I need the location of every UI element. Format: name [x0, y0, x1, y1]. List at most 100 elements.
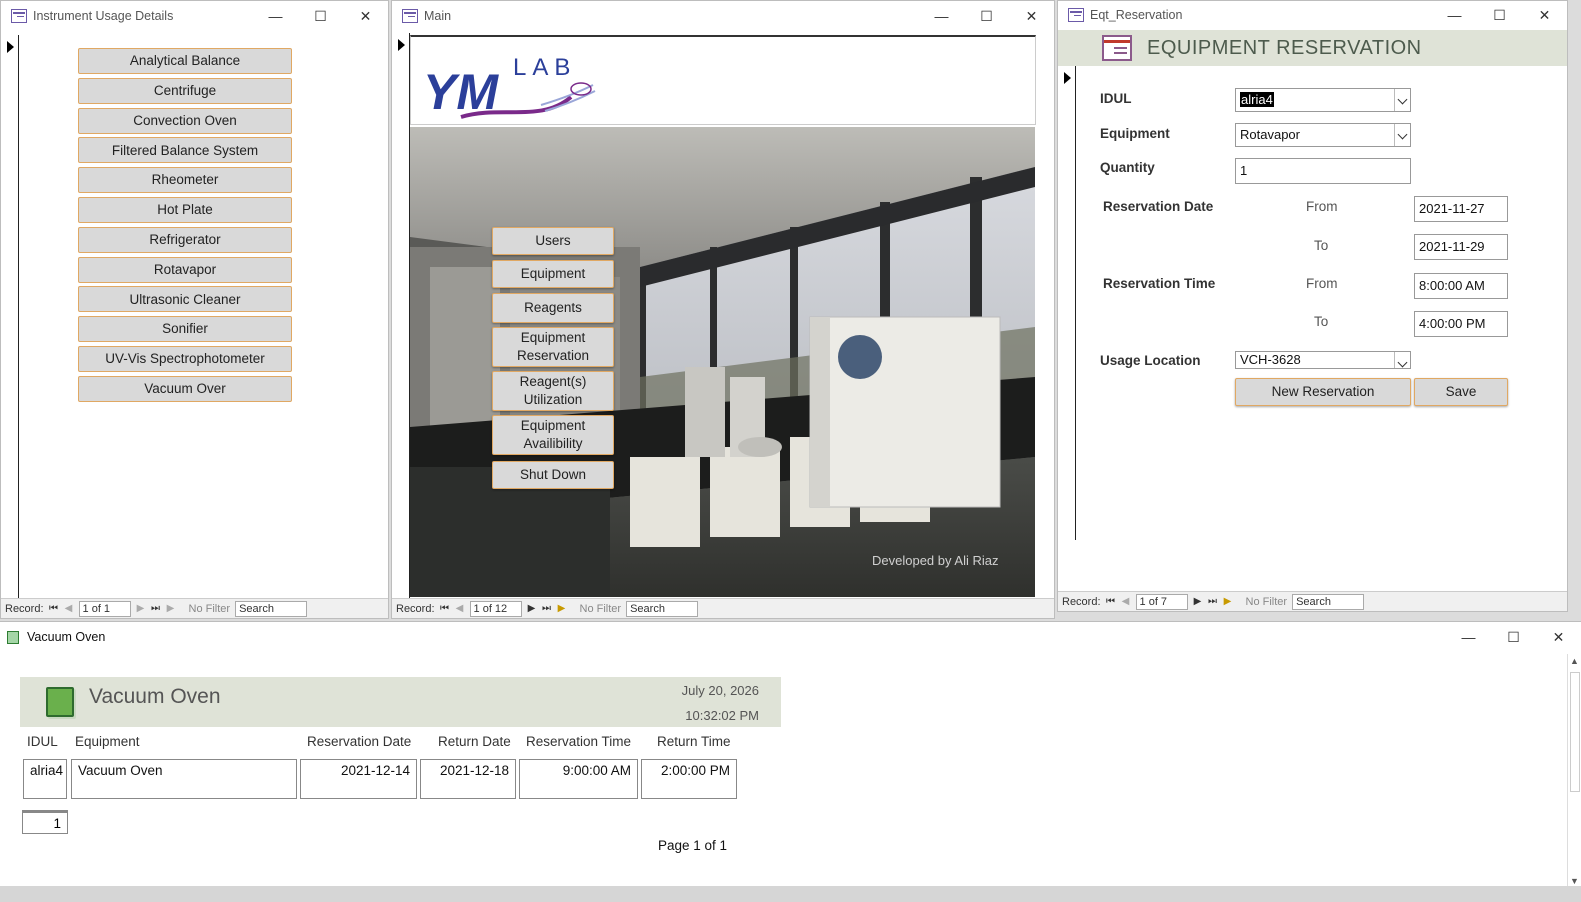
- chevron-down-icon[interactable]: [1394, 89, 1410, 111]
- close-icon[interactable]: ✕: [1522, 1, 1567, 30]
- maximize-icon[interactable]: ☐: [964, 1, 1009, 31]
- instrument-button-4[interactable]: Rheometer: [78, 167, 292, 194]
- maximize-icon[interactable]: ☐: [1477, 1, 1522, 30]
- menu-button-6[interactable]: Shut Down: [492, 461, 614, 489]
- instrument-button-2[interactable]: Convection Oven: [78, 107, 292, 134]
- new-record-icon[interactable]: ▶: [166, 603, 176, 614]
- table-cell-4: 9:00:00 AM: [519, 759, 638, 799]
- menu-button-5[interactable]: Equipment Availibility: [492, 415, 614, 455]
- record-label: Record:: [1062, 595, 1101, 608]
- prev-record-icon[interactable]: ◀: [1121, 596, 1131, 607]
- chevron-down-icon[interactable]: [1394, 124, 1410, 146]
- scroll-thumb[interactable]: [1570, 672, 1580, 792]
- table-cell-2: 2021-12-14: [300, 759, 417, 799]
- table-cell-1: Vacuum Oven: [71, 759, 297, 799]
- page-number: Page 1 of 1: [658, 838, 728, 853]
- next-record-icon[interactable]: ▶: [136, 603, 146, 614]
- prev-record-icon[interactable]: ◀: [64, 603, 74, 614]
- instrument-button-0[interactable]: Analytical Balance: [78, 48, 292, 74]
- instrument-button-9[interactable]: Sonifier: [78, 316, 292, 343]
- time-to-label: To: [1314, 314, 1329, 329]
- instrument-button-5[interactable]: Hot Plate: [78, 197, 292, 223]
- menu-button-4[interactable]: Reagent(s) Utilization: [492, 371, 614, 411]
- menu-button-1[interactable]: Equipment: [492, 260, 614, 288]
- record-selector[interactable]: [394, 33, 410, 603]
- menu-button-3[interactable]: Equipment Reservation: [492, 327, 614, 367]
- next-record-icon[interactable]: ▶: [1193, 596, 1203, 607]
- date-from-field[interactable]: 2021-11-27: [1414, 196, 1508, 222]
- first-record-icon[interactable]: ⏮: [49, 603, 59, 614]
- report-titlebar[interactable]: Vacuum Oven — ☐ ✕: [0, 622, 1581, 652]
- last-record-icon[interactable]: ⏭: [542, 603, 552, 614]
- quantity-field[interactable]: 1: [1235, 158, 1411, 184]
- record-selector[interactable]: [3, 35, 19, 600]
- equipment-label: Equipment: [1100, 126, 1170, 141]
- first-record-icon[interactable]: ⏮: [1106, 596, 1116, 607]
- save-button[interactable]: Save: [1414, 378, 1508, 406]
- instrument-usage-titlebar[interactable]: Instrument Usage Details — ☐ ✕: [1, 1, 388, 31]
- horizontal-scrollbar[interactable]: [0, 886, 1581, 902]
- last-record-icon[interactable]: ⏭: [1208, 596, 1218, 607]
- column-header-2: Reservation Date: [307, 734, 412, 749]
- prev-record-icon[interactable]: ◀: [455, 603, 465, 614]
- window-title: Instrument Usage Details: [33, 9, 174, 23]
- minimize-icon[interactable]: —: [1432, 1, 1477, 30]
- search-input[interactable]: Search: [1292, 593, 1365, 610]
- report-time: 10:32:02 PM: [685, 708, 759, 723]
- column-header-4: Reservation Time: [526, 734, 632, 749]
- instrument-button-1[interactable]: Centrifuge: [78, 77, 292, 104]
- instrument-button-3[interactable]: Filtered Balance System: [78, 137, 292, 164]
- table-cell-5: 2:00:00 PM: [641, 759, 737, 799]
- minimize-icon[interactable]: —: [919, 1, 964, 31]
- usage-location-combo[interactable]: VCH-3628: [1235, 351, 1411, 369]
- idul-label: IDUL: [1100, 91, 1132, 106]
- reservation-time-label: Reservation Time: [1103, 276, 1216, 291]
- main-titlebar[interactable]: Main — ☐ ✕: [392, 1, 1054, 31]
- reservation-titlebar[interactable]: Eqt_Reservation — ☐ ✕: [1058, 1, 1567, 29]
- record-position-input[interactable]: 1 of 12: [469, 600, 522, 617]
- time-to-field[interactable]: 4:00:00 PM: [1414, 311, 1508, 337]
- record-selector[interactable]: [1060, 66, 1076, 540]
- menu-button-0[interactable]: Users: [492, 227, 614, 255]
- logo-lab-text: LAB: [513, 54, 576, 81]
- new-record-icon[interactable]: ▶: [557, 603, 567, 614]
- instrument-button-11[interactable]: Vacuum Over: [78, 375, 292, 402]
- close-icon[interactable]: ✕: [1536, 622, 1581, 652]
- idul-combo[interactable]: alria4: [1235, 88, 1411, 112]
- next-record-icon[interactable]: ▶: [527, 603, 537, 614]
- last-record-icon[interactable]: ⏭: [151, 603, 161, 614]
- instrument-button-6[interactable]: Refrigerator: [78, 226, 292, 253]
- search-input[interactable]: Search: [235, 600, 308, 617]
- new-reservation-button[interactable]: New Reservation: [1235, 378, 1411, 406]
- maximize-icon[interactable]: ☐: [1491, 622, 1536, 652]
- form-heading: EQUIPMENT RESERVATION: [1147, 37, 1422, 59]
- chevron-down-icon[interactable]: [1394, 352, 1410, 368]
- close-icon[interactable]: ✕: [1009, 1, 1054, 31]
- record-position-input[interactable]: 1 of 7: [1135, 593, 1188, 610]
- vertical-scrollbar[interactable]: ▲ ▼: [1567, 654, 1581, 888]
- no-filter-indicator[interactable]: No Filter: [189, 603, 231, 615]
- date-to-label: To: [1314, 238, 1329, 253]
- equipment-combo[interactable]: Rotavapor: [1235, 123, 1411, 147]
- record-position-input[interactable]: 1 of 1: [78, 600, 131, 617]
- form-icon: [1068, 8, 1084, 22]
- instrument-button-8[interactable]: Ultrasonic Cleaner: [78, 286, 292, 313]
- first-record-icon[interactable]: ⏮: [440, 603, 450, 614]
- instrument-button-10[interactable]: UV-Vis Spectrophotometer: [78, 346, 292, 372]
- minimize-icon[interactable]: —: [1446, 622, 1491, 652]
- scroll-down-icon[interactable]: ▼: [1570, 876, 1579, 886]
- date-to-field[interactable]: 2021-11-29: [1414, 234, 1508, 260]
- maximize-icon[interactable]: ☐: [298, 1, 343, 31]
- menu-button-2[interactable]: Reagents: [492, 293, 614, 323]
- scroll-up-icon[interactable]: ▲: [1570, 656, 1579, 666]
- close-icon[interactable]: ✕: [343, 1, 388, 31]
- new-record-icon[interactable]: ▶: [1223, 596, 1233, 607]
- instrument-button-7[interactable]: Rotavapor: [78, 256, 292, 283]
- no-filter-indicator[interactable]: No Filter: [1246, 596, 1288, 608]
- date-from-label: From: [1306, 199, 1338, 214]
- reservation-window: Eqt_Reservation — ☐ ✕ EQUIPMENT RESERVAT…: [1057, 0, 1568, 612]
- minimize-icon[interactable]: —: [253, 1, 298, 31]
- time-from-field[interactable]: 8:00:00 AM: [1414, 273, 1508, 299]
- no-filter-indicator[interactable]: No Filter: [580, 603, 622, 615]
- search-input[interactable]: Search: [626, 600, 699, 617]
